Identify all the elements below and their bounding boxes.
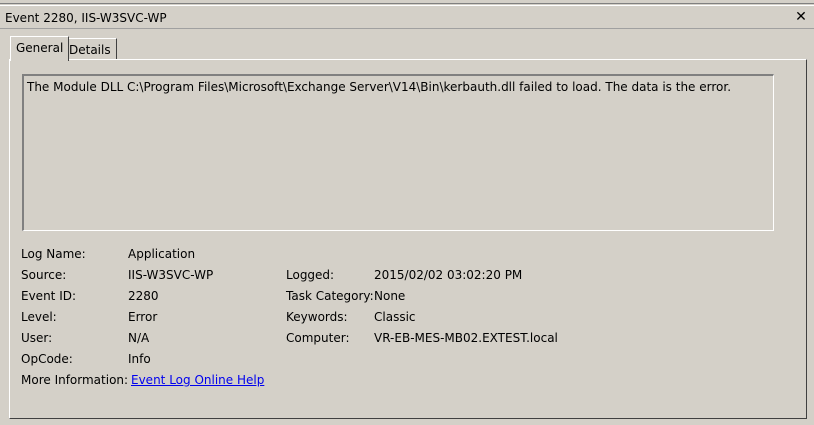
event-description-text[interactable]: The Module DLL C:\Program Files\Microsof… (22, 74, 774, 231)
event-id-label: Event ID: (21, 289, 77, 303)
opcode-value: Info (128, 352, 151, 366)
close-icon[interactable]: ✕ (792, 8, 810, 26)
keywords-label: Keywords: (286, 310, 348, 324)
task-category-label: Task Category: (286, 289, 374, 303)
logged-value: 2015/02/02 03:02:20 PM (374, 268, 523, 282)
window-top-edge (0, 0, 814, 4)
keywords-value: Classic (374, 310, 416, 324)
tab-general[interactable]: General (10, 36, 70, 61)
logged-label: Logged: (286, 268, 335, 282)
window-title: Event 2280, IIS-W3SVC-WP (5, 11, 167, 25)
tab-details[interactable]: Details (63, 38, 117, 60)
task-category-value: None (374, 289, 406, 303)
event-log-online-help-link[interactable]: Event Log Online Help (131, 373, 264, 387)
user-label: User: (21, 331, 53, 345)
user-value: N/A (128, 331, 150, 345)
computer-value: VR-EB-MES-MB02.EXTEST.local (374, 331, 558, 345)
level-value: Error (128, 310, 158, 324)
log-name-label: Log Name: (21, 247, 86, 261)
opcode-label: OpCode: (21, 352, 73, 366)
log-name-value: Application (128, 247, 196, 261)
title-bar: Event 2280, IIS-W3SVC-WP ✕ (0, 5, 814, 29)
source-value: IIS-W3SVC-WP (128, 268, 214, 282)
level-label: Level: (21, 310, 57, 324)
more-info-label: More Information: (21, 373, 129, 387)
event-id-value: 2280 (128, 289, 159, 303)
computer-label: Computer: (286, 331, 350, 345)
source-label: Source: (21, 268, 67, 282)
